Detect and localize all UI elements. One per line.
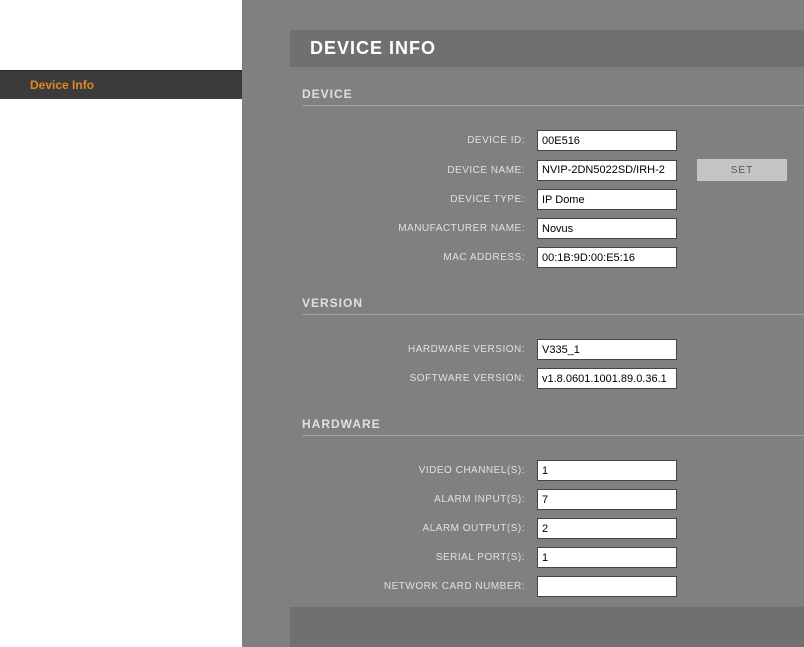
label-video-channels: VIDEO CHANNEL(S): [302, 465, 537, 476]
row-device-id: DEVICE ID: [302, 130, 804, 151]
section-header-version: VERSION [302, 296, 804, 315]
label-device-type: DEVICE TYPE: [302, 194, 537, 205]
label-software-version: SOFTWARE VERSION: [302, 373, 537, 384]
label-device-name: DEVICE NAME: [302, 165, 537, 176]
main-panel: DEVICE INFO DEVICE DEVICE ID: DEVICE NAM… [242, 0, 804, 647]
row-device-name: DEVICE NAME: SET [302, 159, 804, 181]
label-manufacturer-name: MANUFACTURER NAME: [302, 223, 537, 234]
content: DEVICE DEVICE ID: DEVICE NAME: SET DEVIC… [242, 67, 804, 597]
sidebar-item-device-info[interactable]: Device Info [0, 70, 242, 99]
row-software-version: SOFTWARE VERSION: [302, 368, 804, 389]
page-title-bar: DEVICE INFO [290, 30, 804, 67]
input-serial-ports[interactable] [537, 547, 677, 568]
input-alarm-outputs[interactable] [537, 518, 677, 539]
section-header-device: DEVICE [302, 87, 804, 106]
sidebar: Device Info [0, 0, 242, 647]
label-serial-ports: SERIAL PORT(S): [302, 552, 537, 563]
page-title: DEVICE INFO [310, 38, 804, 59]
row-video-channels: VIDEO CHANNEL(S): [302, 460, 804, 481]
label-network-card-number: NETWORK CARD NUMBER: [302, 581, 537, 592]
row-hardware-version: HARDWARE VERSION: [302, 339, 804, 360]
row-serial-ports: SERIAL PORT(S): [302, 547, 804, 568]
row-manufacturer-name: MANUFACTURER NAME: [302, 218, 804, 239]
input-manufacturer-name[interactable] [537, 218, 677, 239]
input-device-id[interactable] [537, 130, 677, 151]
set-button[interactable]: SET [697, 159, 787, 181]
sidebar-top-spacer [0, 0, 242, 70]
input-device-type[interactable] [537, 189, 677, 210]
footer-bar [290, 607, 804, 647]
input-hardware-version[interactable] [537, 339, 677, 360]
row-alarm-inputs: ALARM INPUT(S): [302, 489, 804, 510]
row-mac-address: MAC ADDRESS: [302, 247, 804, 268]
label-device-id: DEVICE ID: [302, 135, 537, 146]
input-software-version[interactable] [537, 368, 677, 389]
row-network-card-number: NETWORK CARD NUMBER: [302, 576, 804, 597]
input-alarm-inputs[interactable] [537, 489, 677, 510]
label-mac-address: MAC ADDRESS: [302, 252, 537, 263]
label-alarm-outputs: ALARM OUTPUT(S): [302, 523, 537, 534]
input-device-name[interactable] [537, 160, 677, 181]
label-alarm-inputs: ALARM INPUT(S): [302, 494, 537, 505]
row-alarm-outputs: ALARM OUTPUT(S): [302, 518, 804, 539]
row-device-type: DEVICE TYPE: [302, 189, 804, 210]
input-network-card-number[interactable] [537, 576, 677, 597]
label-hardware-version: HARDWARE VERSION: [302, 344, 537, 355]
input-mac-address[interactable] [537, 247, 677, 268]
input-video-channels[interactable] [537, 460, 677, 481]
section-header-hardware: HARDWARE [302, 417, 804, 436]
